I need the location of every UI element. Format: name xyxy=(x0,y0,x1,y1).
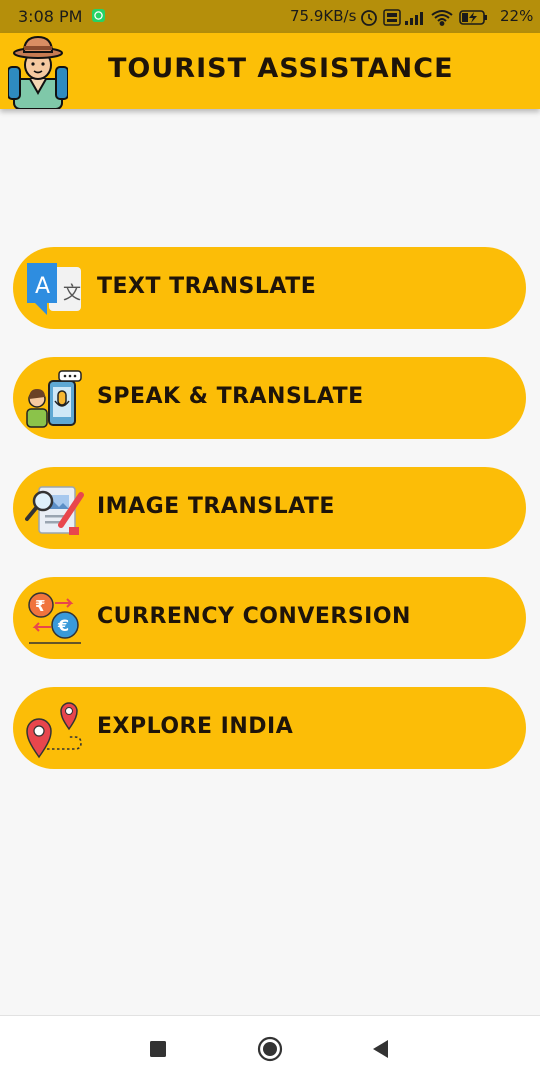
svg-text:€: € xyxy=(57,616,69,635)
speak-translate-icon xyxy=(26,370,82,428)
text-translate-button[interactable]: A 文 TEXT TRANSLATE xyxy=(13,247,526,329)
app-bar: TOURIST ASSISTANCE xyxy=(0,33,540,109)
battery-percent: 22% xyxy=(500,7,534,25)
menu-label: EXPLORE INDIA xyxy=(97,714,294,739)
menu-label: CURRENCY CONVERSION xyxy=(97,604,411,629)
status-bar: 3:08 PM 75.9KB/s 22% xyxy=(0,0,540,33)
alarm-icon xyxy=(361,10,377,26)
status-time: 3:08 PM xyxy=(18,7,83,26)
svg-text:A: A xyxy=(35,274,50,299)
menu-label: TEXT TRANSLATE xyxy=(97,274,317,299)
recents-square-icon[interactable] xyxy=(145,1036,171,1062)
image-translate-icon xyxy=(25,486,84,535)
back-triangle-icon[interactable] xyxy=(368,1036,394,1062)
explore-india-button[interactable]: EXPLORE INDIA xyxy=(13,687,526,769)
wifi-icon xyxy=(431,10,453,26)
whatsapp-notification-icon xyxy=(92,9,105,22)
image-translate-button[interactable]: IMAGE TRANSLATE xyxy=(13,467,526,549)
network-speed: 75.9KB/s xyxy=(290,7,357,25)
speak-translate-button[interactable]: SPEAK & TRANSLATE xyxy=(13,357,526,439)
signal-icon xyxy=(405,12,423,25)
volte-icon xyxy=(383,9,401,26)
battery-charging-icon xyxy=(459,10,487,25)
svg-text:₹: ₹ xyxy=(35,597,45,615)
menu-label: IMAGE TRANSLATE xyxy=(97,494,335,519)
status-icons xyxy=(361,9,487,26)
tourist-avatar-icon xyxy=(8,35,68,109)
translate-icon: A 文 xyxy=(27,263,81,315)
svg-text:文: 文 xyxy=(63,283,81,304)
currency-conversion-button[interactable]: ₹ € CURRENCY CONVERSION xyxy=(13,577,526,659)
home-circle-icon[interactable] xyxy=(257,1036,283,1062)
system-nav-bar xyxy=(0,1015,540,1081)
map-route-icon xyxy=(26,702,82,759)
currency-exchange-icon: ₹ € xyxy=(28,592,81,644)
menu-label: SPEAK & TRANSLATE xyxy=(97,384,364,409)
app-title: TOURIST ASSISTANCE xyxy=(108,53,454,84)
